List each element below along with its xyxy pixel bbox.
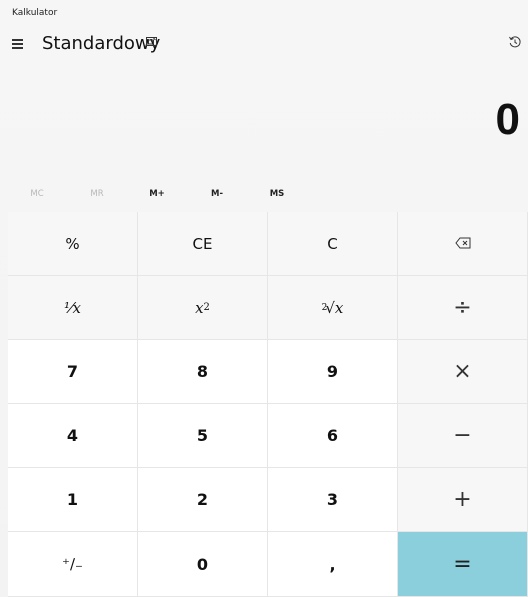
- subtract-button[interactable]: −: [398, 404, 528, 468]
- decimal-button[interactable]: ,: [268, 532, 398, 597]
- memory-clear-button[interactable]: MC: [12, 180, 62, 208]
- memory-recall-button[interactable]: MR: [72, 180, 122, 208]
- memory-add-button[interactable]: M+: [132, 180, 182, 208]
- window-title: Kalkulator: [12, 8, 58, 18]
- reciprocal-label: ¹⁄x: [64, 298, 81, 317]
- digit-5-button[interactable]: 5: [138, 404, 268, 468]
- sqrt-label: √x: [325, 298, 344, 317]
- square-button[interactable]: x2: [138, 276, 268, 340]
- backspace-button[interactable]: [398, 212, 528, 276]
- negate-button[interactable]: ⁺∕₋: [8, 532, 138, 597]
- digit-1-button[interactable]: 1: [8, 468, 138, 532]
- backspace-icon: [454, 235, 471, 253]
- divide-button[interactable]: ÷: [398, 276, 528, 340]
- digit-3-button[interactable]: 3: [268, 468, 398, 532]
- percent-button[interactable]: %: [8, 212, 138, 276]
- memory-row: MC MR M+ M- MS: [0, 180, 528, 208]
- digit-8-button[interactable]: 8: [138, 340, 268, 404]
- digit-2-button[interactable]: 2: [138, 468, 268, 532]
- equals-button[interactable]: =: [398, 532, 528, 597]
- digit-7-button[interactable]: 7: [8, 340, 138, 404]
- reciprocal-button[interactable]: ¹⁄x: [8, 276, 138, 340]
- hamburger-icon[interactable]: [12, 38, 24, 49]
- clear-button[interactable]: C: [268, 212, 398, 276]
- memory-subtract-button[interactable]: M-: [192, 180, 242, 208]
- app-header: Standardowy: [0, 26, 528, 62]
- square-base-label: x: [195, 298, 204, 317]
- keep-on-top-icon[interactable]: [145, 34, 159, 48]
- memory-store-button[interactable]: MS: [252, 180, 302, 208]
- calculator-window: Kalkulator Standardowy 0 MC MR M+ M- MS …: [0, 0, 528, 597]
- digit-0-button[interactable]: 0: [138, 532, 268, 597]
- square-root-button[interactable]: 2 √x: [268, 276, 398, 340]
- square-exponent-label: 2: [203, 302, 210, 313]
- add-button[interactable]: +: [398, 468, 528, 532]
- history-icon[interactable]: [508, 34, 522, 48]
- digit-6-button[interactable]: 6: [268, 404, 398, 468]
- result-display: 0: [495, 95, 520, 144]
- clear-entry-button[interactable]: CE: [138, 212, 268, 276]
- digit-4-button[interactable]: 4: [8, 404, 138, 468]
- title-bar: Kalkulator: [0, 0, 528, 22]
- multiply-button[interactable]: ×: [398, 340, 528, 404]
- keypad: % CE C ¹⁄x x2 2 √x ÷ 7 8 9 × 4 5 6 − 1 2…: [8, 212, 528, 597]
- digit-9-button[interactable]: 9: [268, 340, 398, 404]
- mode-title: Standardowy: [42, 33, 161, 54]
